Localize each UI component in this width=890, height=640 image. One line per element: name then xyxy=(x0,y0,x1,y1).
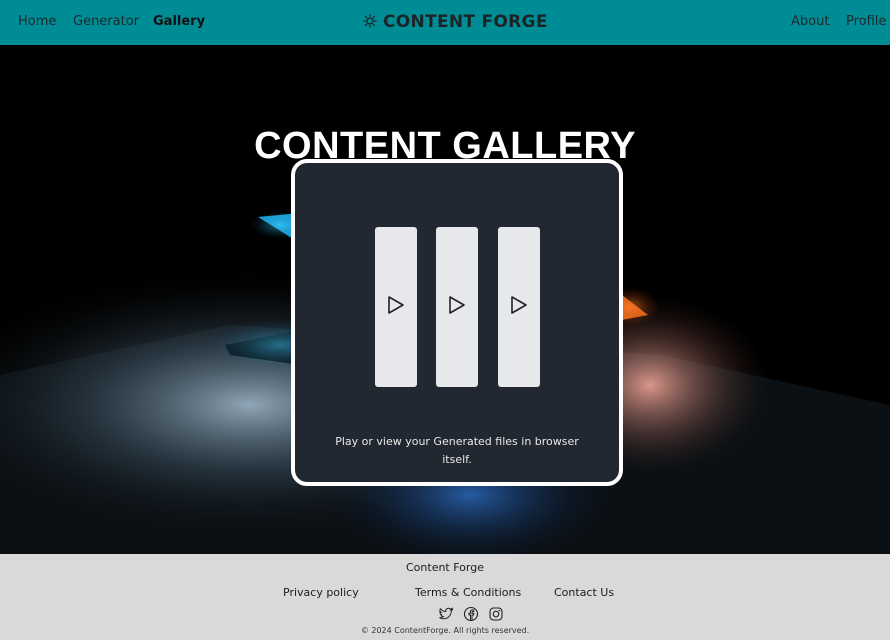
nav-home-link[interactable]: Home xyxy=(18,14,56,29)
privacy-policy-link[interactable]: Privacy policy xyxy=(283,586,359,599)
gallery-card: Play or view your Generated files in bro… xyxy=(291,159,623,486)
nav-about-link[interactable]: About xyxy=(791,14,829,29)
copyright-text: © 2024 ContentForge. All rights reserved… xyxy=(360,626,530,635)
terms-link[interactable]: Terms & Conditions xyxy=(415,586,521,599)
footer-brand: Content Forge xyxy=(406,561,484,574)
play-icon[interactable] xyxy=(510,295,528,319)
media-tile[interactable] xyxy=(436,227,478,387)
play-icon[interactable] xyxy=(387,295,405,319)
nav-generator-link[interactable]: Generator xyxy=(73,14,139,29)
contact-us-link[interactable]: Contact Us xyxy=(554,586,614,599)
media-tile[interactable] xyxy=(498,227,540,387)
nav-gallery-link[interactable]: Gallery xyxy=(153,14,205,29)
nav-profile-link[interactable]: Profile xyxy=(846,14,886,29)
card-description: Play or view your Generated files in bro… xyxy=(335,435,579,466)
social-links xyxy=(438,606,504,622)
brand-logo[interactable]: CONTENT FORGE xyxy=(363,11,548,33)
play-icon[interactable] xyxy=(448,295,466,319)
facebook-icon[interactable] xyxy=(463,606,479,622)
footer: Content Forge Privacy policy Terms & Con… xyxy=(0,554,890,640)
instagram-icon[interactable] xyxy=(488,606,504,622)
brand-name: CONTENT FORGE xyxy=(383,12,548,32)
top-navbar: Home Generator Gallery CONTENT FORGE Abo… xyxy=(0,0,890,45)
twitter-icon[interactable] xyxy=(438,606,454,622)
media-tile[interactable] xyxy=(375,227,417,387)
sun-icon xyxy=(363,13,377,32)
